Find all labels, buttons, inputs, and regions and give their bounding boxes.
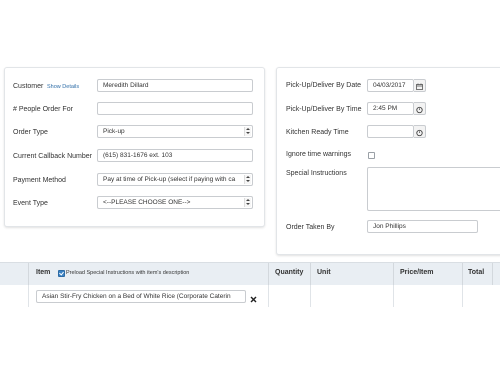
order-type-select[interactable]: Pick-up (97, 125, 253, 138)
ignore-warnings-checkbox[interactable] (368, 152, 375, 159)
deliver-time-label: Pick-Up/Deliver By Time (286, 106, 362, 113)
payment-method-value: Pay at time of Pick-up (select if paying… (103, 176, 236, 183)
ignore-warnings-label: Ignore time warnings (286, 151, 351, 158)
column-unit: Unit (317, 269, 331, 276)
time-picker-button[interactable] (414, 102, 426, 115)
item-name-field[interactable]: Asian Stir-Fry Chicken on a Bed of White… (36, 290, 246, 303)
order-taken-by-label: Order Taken By (286, 224, 335, 231)
calendar-icon (416, 83, 423, 90)
clock-icon (416, 106, 423, 114)
column-divider (28, 263, 29, 285)
column-divider (393, 285, 394, 307)
order-type-value: Pick-up (103, 128, 125, 135)
callback-number-label: Current Callback Number (13, 153, 92, 160)
special-instructions-label: Special Instructions (286, 170, 347, 177)
top-band (0, 0, 500, 45)
payment-method-select[interactable]: Pay at time of Pick-up (select if paying… (97, 173, 253, 186)
order-taken-by-field[interactable]: Jon Phillips (367, 220, 478, 233)
customer-field[interactable]: Meredith Dillard (97, 79, 253, 92)
column-divider (310, 263, 311, 285)
column-divider (462, 263, 463, 285)
show-details-link[interactable]: Show Details (47, 84, 79, 90)
event-type-select[interactable]: <--PLEASE CHOOSE ONE--> (97, 196, 253, 209)
column-divider (393, 263, 394, 285)
event-type-value: <--PLEASE CHOOSE ONE--> (103, 199, 191, 206)
deliver-date-label: Pick-Up/Deliver By Date (286, 82, 362, 89)
callback-number-field[interactable]: (615) 831-1676 ext. 103 (97, 149, 253, 162)
remove-item-button[interactable] (249, 291, 258, 303)
preload-instructions-label: Preload Special Instructions with item's… (66, 270, 190, 276)
column-divider (28, 285, 29, 307)
column-price: Price/Item (400, 269, 434, 276)
calendar-button[interactable] (414, 79, 426, 92)
customer-label: Customer (13, 83, 44, 90)
close-icon (250, 296, 257, 303)
select-arrows-icon (244, 175, 251, 184)
column-item: Item (36, 269, 51, 276)
preload-instructions-checkbox[interactable] (58, 270, 65, 277)
column-quantity: Quantity (275, 269, 304, 276)
column-divider (268, 285, 269, 307)
special-instructions-textarea[interactable] (367, 167, 500, 211)
column-total: Total (468, 269, 485, 276)
column-divider (492, 263, 493, 285)
column-divider (462, 285, 463, 307)
deliver-date-field[interactable]: 04/03/2017 (367, 79, 414, 92)
payment-method-label: Payment Method (13, 177, 66, 184)
clock-icon (416, 129, 423, 137)
column-divider (310, 285, 311, 307)
people-count-field[interactable] (97, 102, 253, 115)
select-arrows-icon (244, 198, 251, 207)
column-divider (268, 263, 269, 285)
event-type-label: Event Type (13, 200, 48, 207)
kitchen-ready-label: Kitchen Ready Time (286, 129, 349, 136)
people-count-label: # People Order For (13, 106, 73, 113)
deliver-time-field[interactable]: 2:45 PM (367, 102, 414, 115)
kitchen-ready-field[interactable] (367, 125, 414, 138)
kitchen-time-button[interactable] (414, 125, 426, 138)
select-arrows-icon (244, 127, 251, 136)
order-type-label: Order Type (13, 129, 48, 136)
